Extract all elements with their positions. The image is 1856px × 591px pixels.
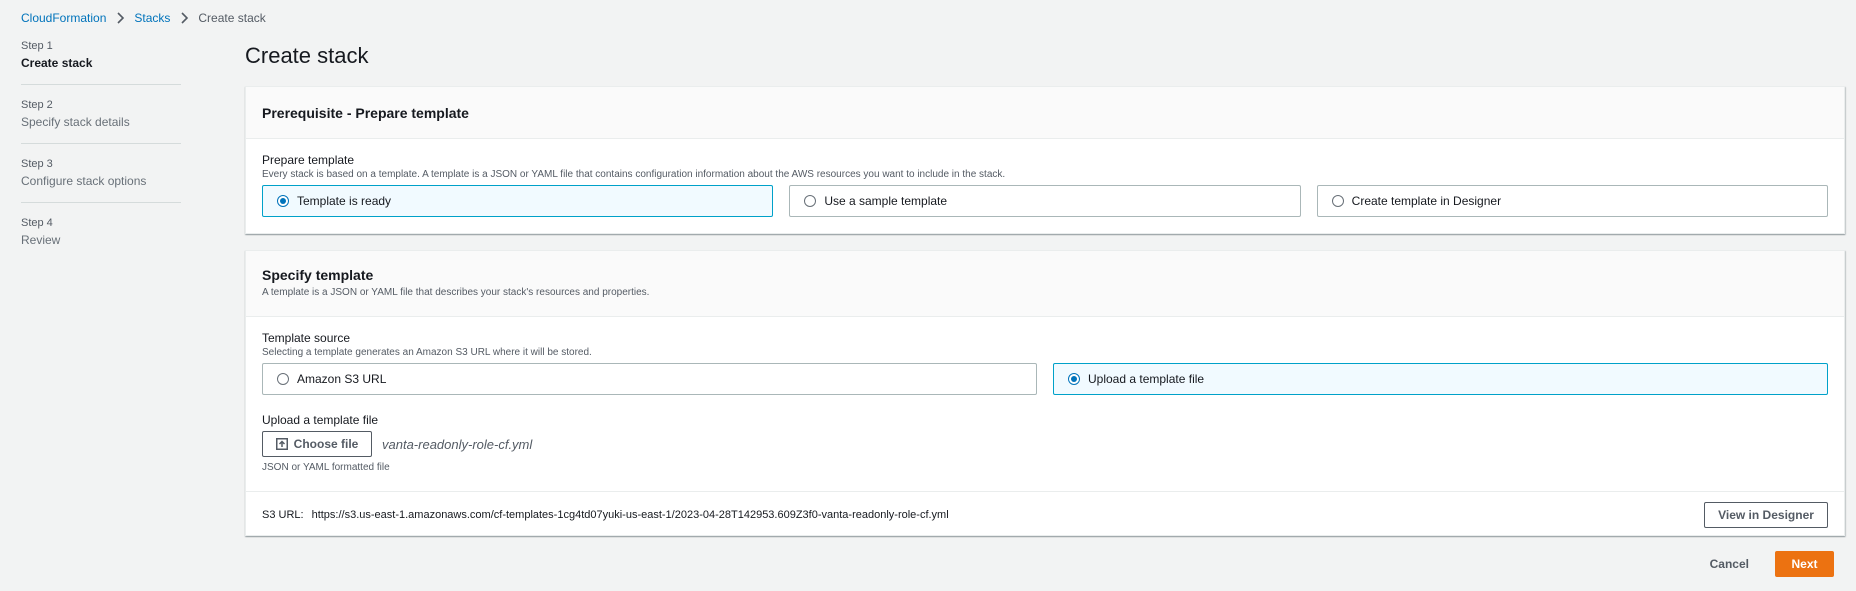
upload-icon (275, 438, 288, 450)
wizard-steps: Step 1 Create stack Step 2 Specify stack… (21, 40, 181, 275)
step-2: Step 2 Specify stack details (21, 99, 181, 144)
prepare-template-options: Template is ready Use a sample template … (262, 185, 1828, 217)
s3-url-row: S3 URL: https://s3.us-east-1.amazonaws.c… (246, 491, 1844, 537)
template-source-options: Amazon S3 URL Upload a template file (262, 363, 1828, 395)
step-number: Step 1 (21, 40, 53, 52)
option-create-in-designer[interactable]: Create template in Designer (1316, 185, 1828, 217)
step-3: Step 3 Configure stack options (21, 158, 181, 203)
breadcrumb: CloudFormation Stacks Create stack (21, 10, 266, 26)
prepare-template-panel: Prerequisite - Prepare template Prepare … (245, 86, 1845, 234)
panel-header: Prerequisite - Prepare template (246, 87, 1844, 139)
step-number: Step 3 (21, 158, 53, 170)
prepare-template-label: Prepare template (262, 153, 355, 167)
upload-file-label: Upload a template file (262, 413, 379, 427)
panel-title: Specify template (262, 267, 374, 283)
option-label: Amazon S3 URL (297, 372, 387, 386)
breadcrumb-stacks-link[interactable]: Stacks (134, 11, 170, 25)
option-upload-template-file[interactable]: Upload a template file (1053, 363, 1828, 395)
choose-file-button[interactable]: Choose file (262, 431, 372, 457)
file-format-hint: JSON or YAML formatted file (262, 462, 390, 473)
step-number: Step 4 (21, 217, 53, 229)
option-label: Create template in Designer (1351, 194, 1502, 208)
option-label: Upload a template file (1088, 372, 1205, 386)
option-use-sample-template[interactable]: Use a sample template (789, 185, 1301, 217)
chevron-right-icon (176, 10, 192, 26)
radio-selected-icon[interactable] (277, 195, 289, 207)
radio-icon[interactable] (277, 373, 289, 385)
s3-url-label: S3 URL: (262, 508, 304, 521)
template-source-label: Template source (262, 331, 351, 345)
panel-header: Specify template A template is a JSON or… (246, 251, 1844, 317)
s3-url-value: https://s3.us-east-1.amazonaws.com/cf-te… (311, 508, 949, 521)
step-title: Review (21, 233, 61, 247)
step-1: Step 1 Create stack (21, 40, 181, 85)
panel-body: Prepare template Every stack is based on… (246, 139, 1844, 217)
page-title: Create stack (245, 43, 369, 68)
panel-description: A template is a JSON or YAML file that d… (262, 287, 650, 298)
radio-icon[interactable] (804, 195, 817, 207)
cancel-button[interactable]: Cancel (1698, 551, 1761, 577)
step-number: Step 2 (21, 99, 53, 111)
option-amazon-s3-url[interactable]: Amazon S3 URL (262, 363, 1037, 395)
selected-file-name: vanta-readonly-role-cf.yml (382, 436, 533, 452)
option-label: Template is ready (297, 194, 392, 208)
prepare-template-description: Every stack is based on a template. A te… (262, 169, 1006, 180)
choose-file-label: Choose file (293, 437, 359, 451)
wizard-actions: Cancel Next (1698, 551, 1834, 577)
view-in-designer-button[interactable]: View in Designer (1704, 501, 1828, 528)
panel-body: Template source Selecting a template gen… (246, 317, 1844, 473)
specify-template-panel: Specify template A template is a JSON or… (245, 250, 1845, 536)
radio-selected-icon[interactable] (1068, 373, 1080, 385)
radio-icon[interactable] (1331, 195, 1344, 207)
chevron-right-icon (112, 10, 128, 26)
next-button[interactable]: Next (1775, 551, 1834, 577)
option-label: Use a sample template (824, 194, 948, 208)
file-upload-row: Choose file vanta-readonly-role-cf.yml (262, 431, 1828, 457)
step-title: Configure stack options (21, 174, 147, 188)
breadcrumb-current: Create stack (198, 11, 266, 25)
panel-title: Prerequisite - Prepare template (262, 104, 469, 121)
template-source-description: Selecting a template generates an Amazon… (262, 347, 592, 358)
option-template-is-ready[interactable]: Template is ready (262, 185, 774, 217)
step-title: Specify stack details (21, 115, 130, 129)
breadcrumb-cloudformation-link[interactable]: CloudFormation (21, 11, 106, 25)
step-title: Create stack (21, 56, 93, 70)
step-4: Step 4 Review (21, 217, 181, 261)
